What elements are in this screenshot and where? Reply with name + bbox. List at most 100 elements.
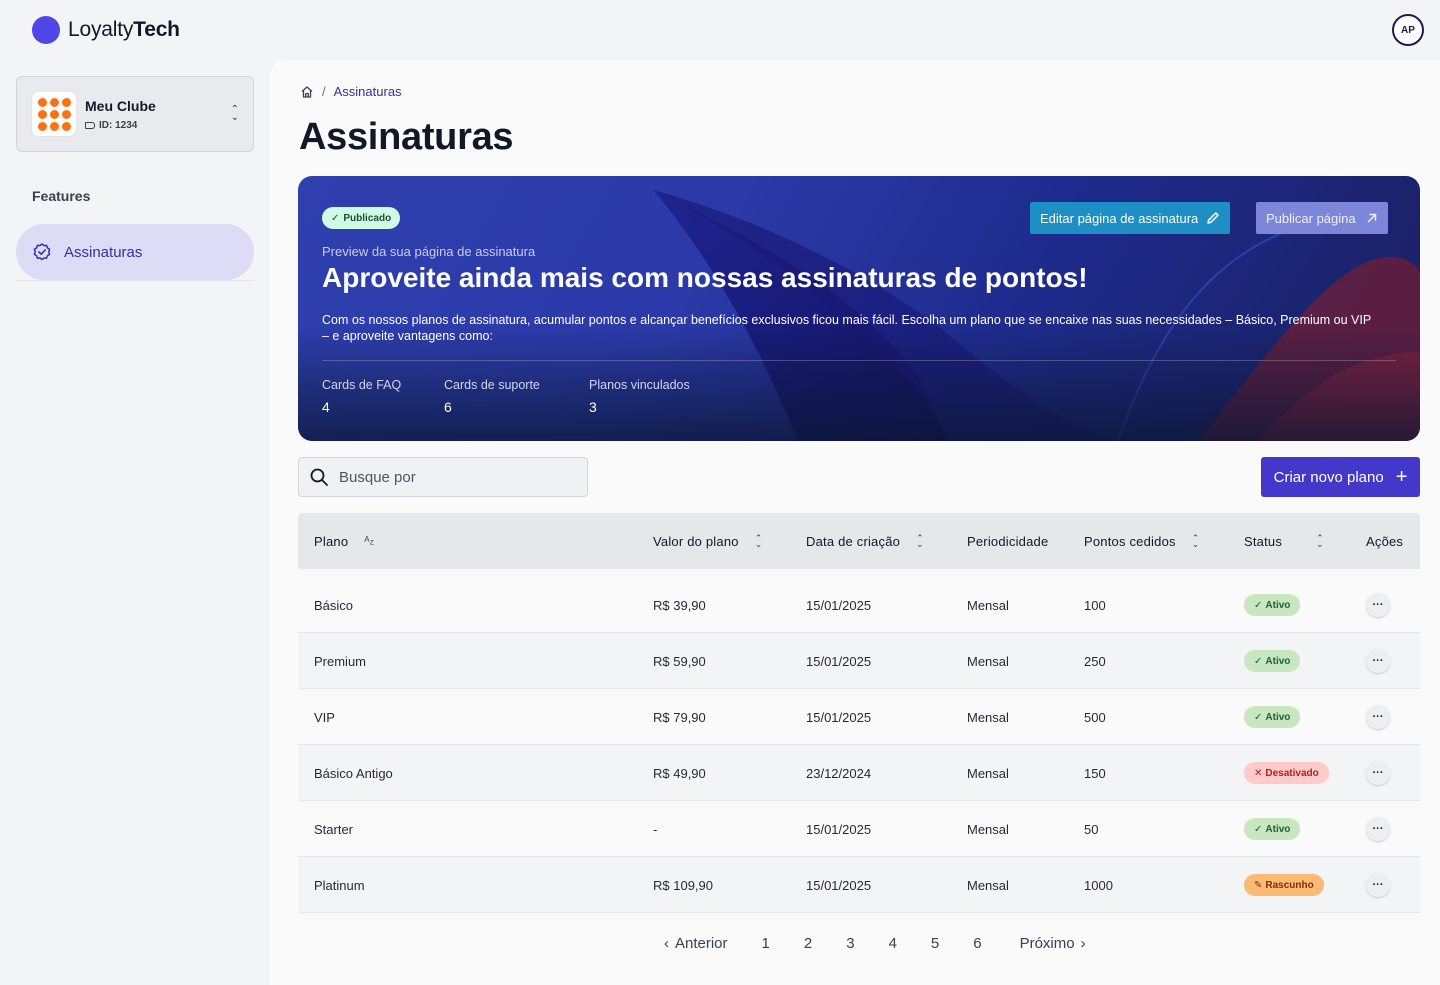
cell-status: ✎ Rascunho [1244, 857, 1324, 913]
stat-linked-plans: Planos vinculados 3 [589, 378, 690, 415]
page-link[interactable]: 3 [846, 935, 854, 952]
cell-status: ✓ Ativo [1244, 801, 1301, 857]
sort-icon: ⌃ ⌄ [754, 533, 763, 549]
cell-periodicidade: Mensal [967, 653, 1009, 669]
main-content: / Assinaturas Assinaturas ✓ Publicado Pr… [270, 60, 1440, 985]
create-plan-button[interactable]: Criar novo plano + [1261, 457, 1420, 497]
row-actions-button[interactable]: ··· [1366, 873, 1390, 897]
plans-table: Plano AZ Valor do plano ⌃ ⌄ Data de criação… [298, 513, 1420, 913]
cell-acoes: ··· [1366, 745, 1390, 801]
cell-valor: - [653, 821, 658, 837]
sort-icon: ⌃ ⌄ [1316, 533, 1324, 549]
sidebar-section-label: Features [32, 188, 91, 204]
status-badge: ✓ Ativo [1244, 818, 1301, 840]
club-switcher[interactable]: Meu Clube ID: 1234 ⌃ ⌄ [16, 76, 254, 152]
column-header-status[interactable]: Status ⌃ ⌄ [1244, 513, 1324, 569]
table-row[interactable]: Platinum R$ 109,90 15/01/2025 Mensal 100… [298, 857, 1420, 913]
row-actions-button[interactable]: ··· [1366, 705, 1390, 729]
home-icon[interactable] [300, 85, 314, 99]
status-badge: ✓ Ativo [1244, 706, 1301, 728]
status-badge: ✕ Desativado [1244, 762, 1329, 784]
cell-pontos: 1000 [1084, 877, 1113, 893]
publish-page-button[interactable]: Publicar página [1256, 202, 1388, 234]
row-actions-button[interactable]: ··· [1366, 593, 1390, 617]
cell-data: 15/01/2025 [806, 877, 872, 893]
cell-pontos: 500 [1084, 709, 1106, 725]
banner-title: Aproveite ainda mais com nossas assinatu… [322, 262, 1088, 293]
column-header-pontos[interactable]: Pontos cedidos ⌃ ⌄ [1084, 513, 1199, 569]
cell-periodicidade: Mensal [967, 877, 1009, 893]
cell-status: ✕ Desativado [1244, 745, 1329, 801]
page-link[interactable]: 6 [973, 935, 981, 952]
column-header-data[interactable]: Data de criação ⌃ ⌄ [806, 513, 924, 569]
sidebar-divider [16, 280, 254, 281]
table-header: Plano AZ Valor do plano ⌃ ⌄ Data de criação… [298, 513, 1420, 569]
pagination-prev[interactable]: ‹ Anterior [664, 935, 728, 952]
table-row[interactable]: VIP R$ 79,90 15/01/2025 Mensal 500 ✓ Ativ… [298, 689, 1420, 745]
arrow-up-right-icon [1367, 213, 1376, 223]
table-row[interactable]: Básico Antigo R$ 49,90 23/12/2024 Mensal… [298, 745, 1420, 801]
cell-valor: R$ 39,90 [653, 597, 706, 613]
column-header-valor[interactable]: Valor do plano ⌃ ⌄ [653, 513, 762, 569]
row-actions-button[interactable]: ··· [1366, 817, 1390, 841]
page-link[interactable]: 4 [889, 935, 897, 952]
chevron-up-down-icon: ⌃ ⌄ [230, 104, 239, 123]
search-input[interactable] [339, 468, 569, 486]
cell-pontos: 150 [1084, 765, 1106, 781]
search-field[interactable] [298, 457, 588, 497]
chevron-right-icon: › [1080, 935, 1086, 952]
cell-data: 15/01/2025 [806, 597, 872, 613]
sort-az-icon: AZ [364, 535, 375, 547]
cell-periodicidade: Mensal [967, 597, 1009, 613]
column-header-periodicidade: Periodicidade [967, 533, 1049, 549]
cell-periodicidade: Mensal [967, 765, 1009, 781]
top-bar: LoyaltyTech AP [0, 0, 1440, 60]
stat-support-cards: Cards de suporte 6 [444, 378, 540, 415]
sidebar-item-assinaturas[interactable]: Assinaturas [16, 224, 254, 280]
pagination: ‹ Anterior 1 2 3 4 5 6 Próximo › [650, 935, 1100, 952]
search-icon [310, 468, 328, 486]
user-avatar[interactable]: AP [1392, 14, 1424, 46]
logo-text: LoyaltyTech [68, 18, 180, 41]
club-logo [31, 91, 77, 137]
cell-valor: R$ 109,90 [653, 877, 713, 893]
cell-plano: VIP [314, 709, 335, 725]
edit-subscription-page-button[interactable]: Editar página de assinatura [1030, 202, 1231, 234]
breadcrumb: / Assinaturas [300, 84, 402, 99]
page-link[interactable]: 1 [762, 935, 770, 952]
app-logo[interactable]: LoyaltyTech [32, 16, 180, 44]
banner-description: Com os nossos planos de assinatura, acum… [322, 313, 1371, 343]
cell-acoes: ··· [1366, 689, 1390, 745]
table-row[interactable]: Starter - 15/01/2025 Mensal 50 ✓ Ativo ··… [298, 801, 1420, 857]
check-icon: ✓ [1254, 823, 1263, 835]
cell-status: ✓ Ativo [1244, 633, 1301, 689]
cell-pontos: 50 [1084, 821, 1099, 837]
page-title: Assinaturas [299, 116, 514, 158]
cell-periodicidade: Mensal [967, 709, 1009, 725]
cell-valor: R$ 59,90 [653, 653, 706, 669]
cell-plano: Premium [314, 653, 367, 669]
sidebar: Meu Clube ID: 1234 ⌃ ⌄ Features Assinatur… [0, 60, 270, 985]
row-actions-button[interactable]: ··· [1366, 761, 1390, 785]
badge-check-icon [33, 243, 51, 261]
cell-data: 15/01/2025 [806, 653, 872, 669]
cell-pontos: 250 [1084, 653, 1106, 669]
cell-valor: R$ 79,90 [653, 709, 706, 725]
cell-status: ✓ Ativo [1244, 577, 1301, 633]
page-link[interactable]: 5 [931, 935, 939, 952]
banner-divider [322, 360, 1396, 361]
page-link[interactable]: 2 [804, 935, 812, 952]
table-row[interactable]: Premium R$ 59,90 15/01/2025 Mensal 250 ✓… [298, 633, 1420, 689]
chevron-left-icon: ‹ [664, 935, 669, 952]
cell-plano: Starter [314, 821, 354, 837]
row-actions-button[interactable]: ··· [1366, 649, 1390, 673]
sidebar-item-label: Assinaturas [64, 243, 143, 261]
cell-data: 15/01/2025 [806, 821, 872, 837]
sort-icon: ⌃ ⌄ [916, 533, 924, 549]
cell-plano: Básico Antigo [314, 765, 393, 781]
table-row[interactable]: Básico R$ 39,90 15/01/2025 Mensal 100 ✓ A… [298, 577, 1420, 633]
breadcrumb-current[interactable]: Assinaturas [334, 84, 402, 99]
check-icon: ✓ [1254, 711, 1263, 723]
column-header-plano[interactable]: Plano AZ [314, 513, 374, 569]
pagination-next[interactable]: Próximo › [1020, 935, 1086, 952]
